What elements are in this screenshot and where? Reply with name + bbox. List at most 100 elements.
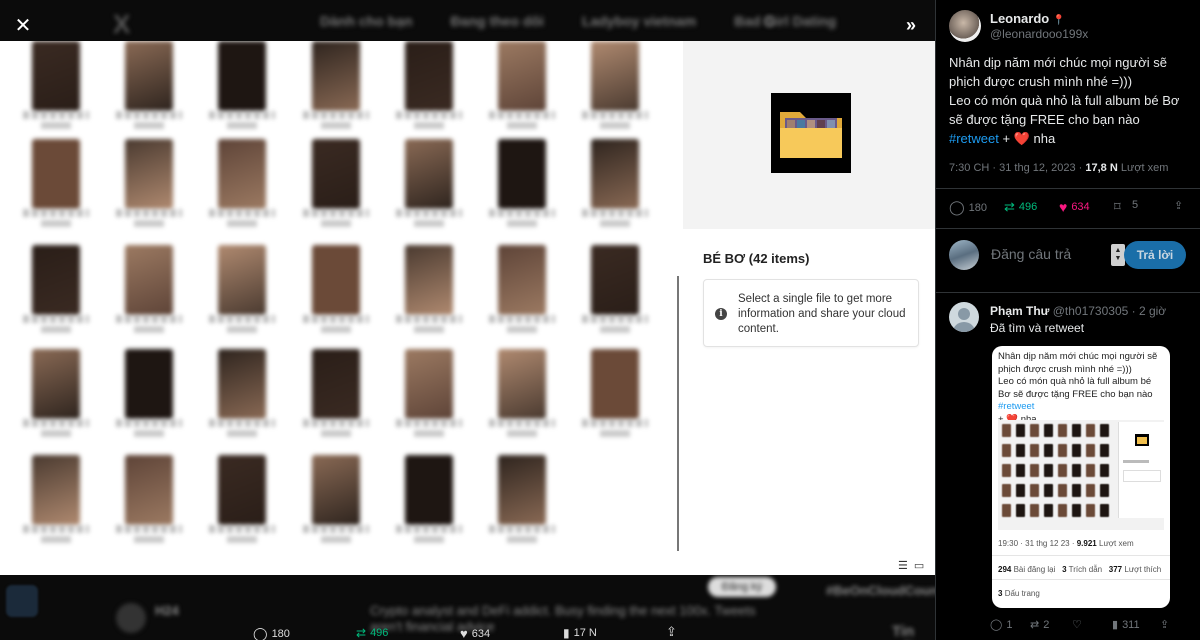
blurred-thumbnail	[1100, 504, 1109, 517]
thumbnail-caption	[582, 315, 648, 323]
reply-text: Đã tìm và retweet	[990, 321, 1085, 335]
blurred-thumbnail	[218, 245, 266, 315]
blurred-thumbnail	[1100, 484, 1109, 497]
author-avatar[interactable]	[949, 10, 981, 42]
reply-input[interactable]: Đăng câu trả	[991, 246, 1071, 262]
thumbnail-caption	[507, 536, 537, 543]
chart-icon: ▮	[1112, 619, 1119, 631]
author-name[interactable]: Leonardo 📍	[990, 11, 1065, 26]
reply-icon: ◯	[253, 626, 268, 640]
thumbnail-caption	[209, 419, 275, 427]
thumbnail-caption	[303, 525, 369, 533]
thumbnail-caption	[396, 315, 462, 323]
thumbnail-caption	[396, 209, 462, 217]
thumbnail-caption	[227, 122, 257, 129]
heart-emoji: ❤️	[1013, 131, 1030, 146]
thumbnail-caption	[41, 122, 71, 129]
list-view-icon[interactable]: ☰	[898, 559, 908, 572]
blurred-thumbnail	[1086, 484, 1095, 497]
heart-icon: ♥	[1059, 199, 1068, 215]
share-icon[interactable]: ⇪	[666, 624, 677, 640]
share-icon[interactable]: ⇪	[1174, 199, 1183, 212]
quote-image	[998, 420, 1164, 530]
views-stat[interactable]: ▮ 17 N	[563, 626, 597, 640]
reply-action[interactable]: ◯ 180	[949, 199, 987, 216]
reply-stat[interactable]: ◯ 180	[253, 626, 290, 640]
thumbnail-caption	[23, 525, 89, 533]
thumbnail-caption	[134, 122, 164, 129]
blurred-thumbnail	[1058, 424, 1067, 437]
tab-list-2[interactable]: Bad Girl Dating	[734, 13, 836, 29]
thumbnail-caption	[227, 220, 257, 227]
quote-bookmarks: 3 Dấu trang	[998, 589, 1040, 598]
tab-for-you[interactable]: Dành cho bạn	[320, 13, 413, 29]
reply-composer: Đăng câu trả ▲ ▼ Trả lời	[949, 240, 1194, 274]
thumbnail-caption	[321, 536, 351, 543]
author-handle[interactable]: @leonardooo199x	[990, 27, 1088, 41]
thumbnail-caption	[414, 220, 444, 227]
retweet-action[interactable]: ⇄ 496	[1004, 199, 1037, 215]
thumbnail-caption	[23, 209, 89, 217]
scroll-stepper[interactable]: ▲ ▼	[1111, 244, 1125, 266]
share-icon[interactable]: ⇪	[1160, 618, 1169, 631]
folder-info-panel: BÉ BƠ (42 items) i Select a single file …	[683, 41, 935, 575]
tab-list-1[interactable]: Ladyboy vietnam	[582, 13, 696, 29]
follow-button[interactable]: Đăng ký	[708, 577, 776, 597]
blurred-thumbnail	[1072, 424, 1081, 437]
reply-author[interactable]: Phạm Thư @th01730305 · 2 giờ	[990, 304, 1166, 318]
hashtag-link[interactable]: #retweet	[949, 131, 999, 146]
retweet-action[interactable]: ⇄ 2	[1030, 618, 1049, 632]
like-action[interactable]: ♡	[1072, 618, 1082, 631]
thumbnail-caption	[134, 326, 164, 333]
blurred-thumbnail	[498, 41, 546, 111]
thumbnail-caption	[600, 122, 630, 129]
thumbnail-caption	[600, 220, 630, 227]
thumbnail-caption	[507, 326, 537, 333]
blurred-thumbnail	[1072, 464, 1081, 477]
divider	[936, 228, 1200, 229]
chevrons-right-icon[interactable]: »	[898, 12, 924, 38]
blurred-thumbnail	[498, 245, 546, 315]
tab-following[interactable]: Đang theo dõi	[451, 13, 544, 29]
close-icon[interactable]: ✕	[10, 12, 36, 38]
blurred-thumbnail	[1044, 424, 1053, 437]
thumbnail-caption	[227, 430, 257, 437]
thumbnail-caption	[23, 419, 89, 427]
blurred-thumbnail	[1030, 484, 1039, 497]
thumbnail-caption	[414, 430, 444, 437]
blurred-thumbnail	[498, 455, 546, 525]
thumbnail-caption	[303, 209, 369, 217]
reply-action[interactable]: ◯ 1	[990, 618, 1012, 632]
heart-icon: ♡	[1072, 619, 1082, 631]
thumbnail-caption	[489, 209, 555, 217]
scrollbar[interactable]	[677, 276, 679, 551]
trend-item[interactable]: #BeOnCloudCount	[826, 583, 935, 598]
retweet-stat[interactable]: ⇄ 496	[356, 626, 388, 640]
x-logo-icon: X	[113, 9, 131, 39]
thumbnail-caption	[41, 430, 71, 437]
trend-item-2[interactable]: Tin nổi	[892, 623, 935, 640]
views-action[interactable]: ▮ 311	[1112, 618, 1140, 632]
settings-icon[interactable]: ⚙	[762, 12, 776, 32]
quoted-screenshot[interactable]: Nhân dịp năm mới chúc mọi người sẽ phịch…	[992, 346, 1170, 608]
bookmark-icon: ⌑	[1114, 199, 1121, 214]
like-action[interactable]: ♥ 634	[1059, 199, 1090, 215]
thumbnail-caption	[209, 525, 275, 533]
thumbnail-caption	[507, 220, 537, 227]
blurred-thumbnail	[312, 41, 360, 111]
thumbnail-caption	[303, 419, 369, 427]
blurred-thumbnail	[1058, 464, 1067, 477]
blurred-thumbnail	[1002, 504, 1011, 517]
info-text: Select a single file to get more informa…	[738, 293, 906, 335]
reply-author-avatar[interactable]	[949, 302, 979, 332]
blurred-thumbnail	[1044, 444, 1053, 457]
blurred-thumbnail	[1002, 424, 1011, 437]
like-stat[interactable]: ♥ 634	[460, 626, 490, 640]
bookmark-action[interactable]: ⌑	[1114, 199, 1121, 215]
tile-view-icon[interactable]: ▭	[914, 559, 924, 572]
thumbnail-caption	[116, 525, 182, 533]
thumbnail-caption	[134, 536, 164, 543]
divider	[936, 292, 1200, 293]
thumbnail-caption	[489, 419, 555, 427]
reply-button[interactable]: Trả lời	[1124, 241, 1186, 269]
